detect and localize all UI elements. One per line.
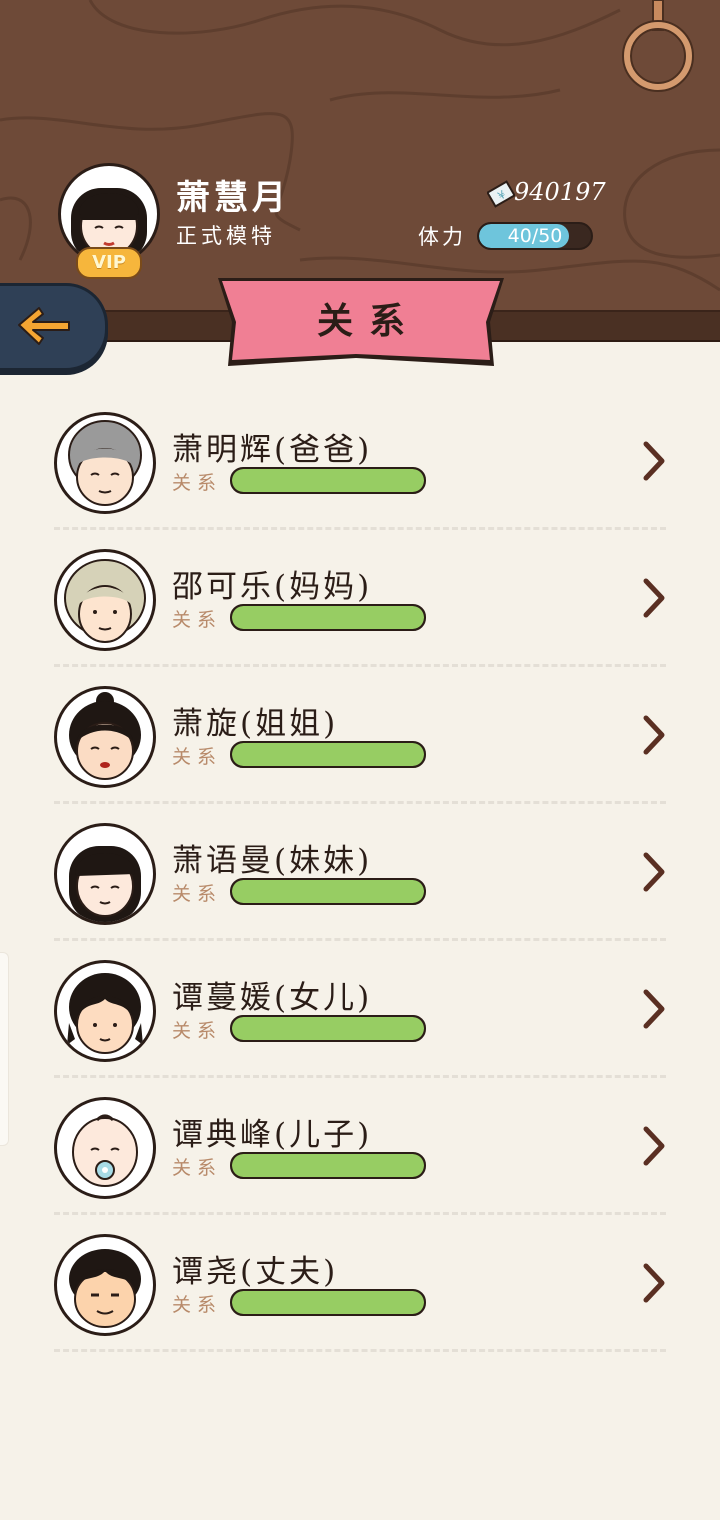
relation-bar	[230, 878, 426, 905]
relation-bar-fill	[232, 1291, 424, 1314]
relation-label: 关系	[172, 1020, 223, 1042]
relation-label: 关系	[172, 609, 223, 631]
relation-row[interactable]: 萧旋(姐姐) 关系	[0, 668, 720, 805]
relation-bar	[230, 1289, 426, 1316]
chevron-right-icon[interactable]	[640, 851, 668, 893]
page-title: 关系	[316, 300, 421, 342]
vip-badge[interactable]: VIP	[76, 247, 142, 279]
relation-bar	[230, 467, 426, 494]
chevron-right-icon[interactable]	[640, 1125, 668, 1167]
stamina-label: 体力	[418, 225, 466, 249]
row-divider	[54, 1075, 666, 1078]
relation-bar-fill	[232, 1017, 424, 1040]
money-amount: 940197	[514, 178, 606, 206]
row-divider	[54, 1349, 666, 1352]
row-divider	[54, 1212, 666, 1215]
relation-avatar	[54, 823, 156, 925]
relation-name: 萧明辉(爸爸)	[172, 432, 373, 468]
relation-row[interactable]: 谭尧(丈夫) 关系	[0, 1216, 720, 1353]
relation-avatar	[54, 960, 156, 1062]
chevron-right-icon[interactable]	[640, 440, 668, 482]
relation-bar-fill	[232, 469, 424, 492]
back-button[interactable]	[0, 283, 108, 371]
row-divider	[54, 938, 666, 941]
relation-name: 谭蔓媛(女儿)	[172, 980, 373, 1016]
chevron-right-icon[interactable]	[640, 988, 668, 1030]
back-arrow-icon	[18, 307, 70, 345]
player-title: 正式模特	[176, 224, 276, 248]
relation-bar-fill	[232, 743, 424, 766]
row-divider	[54, 527, 666, 530]
relation-row[interactable]: 萧明辉(爸爸) 关系	[0, 394, 720, 531]
relation-name: 谭尧(丈夫)	[172, 1254, 339, 1290]
relation-label: 关系	[172, 472, 223, 494]
relation-name: 邵可乐(妈妈)	[172, 569, 373, 605]
relation-avatar	[54, 686, 156, 788]
relation-row[interactable]: 邵可乐(妈妈) 关系	[0, 531, 720, 668]
relation-bar	[230, 741, 426, 768]
player-name: 萧慧月	[176, 178, 290, 218]
chevron-right-icon[interactable]	[640, 577, 668, 619]
chevron-right-icon[interactable]	[640, 1262, 668, 1304]
row-divider	[54, 664, 666, 667]
relation-label: 关系	[172, 883, 223, 905]
row-divider	[54, 801, 666, 804]
relation-name: 萧语曼(妹妹)	[172, 843, 373, 879]
relation-bar	[230, 1015, 426, 1042]
relation-bar	[230, 1152, 426, 1179]
relation-bar-fill	[232, 1154, 424, 1177]
stamina-value: 40/50	[507, 225, 563, 247]
relation-row[interactable]: 谭蔓媛(女儿) 关系	[0, 942, 720, 1079]
relation-bar	[230, 604, 426, 631]
stamina-bar: 40/50	[477, 222, 593, 250]
relation-row[interactable]: 萧语曼(妹妹) 关系	[0, 805, 720, 942]
relation-name: 萧旋(姐姐)	[172, 706, 339, 742]
chevron-right-icon[interactable]	[640, 714, 668, 756]
relation-name: 谭典峰(儿子)	[172, 1117, 373, 1153]
relation-label: 关系	[172, 1157, 223, 1179]
relation-avatar	[54, 1234, 156, 1336]
relation-avatar	[54, 412, 156, 514]
relation-bar-fill	[232, 880, 424, 903]
relation-avatar	[54, 549, 156, 651]
relation-row[interactable]: 谭典峰(儿子) 关系	[0, 1079, 720, 1216]
relation-avatar	[54, 1097, 156, 1199]
hanging-ring-icon[interactable]	[620, 0, 700, 96]
relation-bar-fill	[232, 606, 424, 629]
relation-label: 关系	[172, 1294, 223, 1316]
relation-label: 关系	[172, 746, 223, 768]
banknote-icon: ¥	[487, 180, 515, 208]
